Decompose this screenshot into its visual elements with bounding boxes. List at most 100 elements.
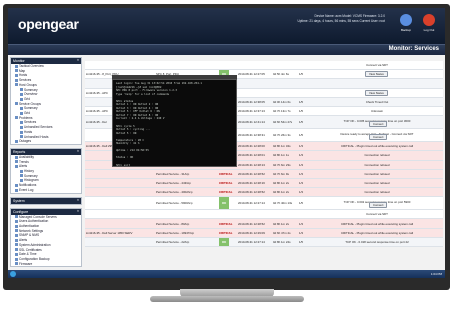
last-check-time: 2010-08-31 12:27:14	[238, 201, 265, 206]
attempt-count: 1/3	[299, 162, 304, 167]
monitor-menu-title: Monitor	[13, 59, 25, 63]
collapse-icon[interactable]: ×	[77, 198, 79, 202]
last-check-time: 2010-08-31 12:37:13	[238, 109, 265, 114]
service-name-link[interactable]: Permitted Service - 4002/tcp	[156, 190, 192, 194]
status-information: Connection refused	[364, 171, 390, 176]
view-status-button[interactable]: View Status	[365, 71, 388, 78]
menu-item-icon	[15, 262, 18, 266]
attempt-count: 1/3	[299, 190, 304, 195]
service-name-link[interactable]: Permitted Service - 22/tcp	[156, 240, 189, 244]
sidebar-item[interactable]: Event Log	[11, 188, 81, 193]
configure-menu-header[interactable]: Configure ×	[11, 208, 81, 215]
table-row: Permitted Service - 4002/tcp CRITICAL 2010…	[85, 188, 443, 198]
logout-icon[interactable]	[423, 14, 435, 26]
last-check-time: 2010-08-31 12:38:31	[238, 133, 265, 138]
attempt-count: 1/5	[299, 99, 304, 104]
terminal-window[interactable]: Last login: Tue Aug 31 13:02:54 2010 fro…	[112, 79, 237, 167]
menu-item-icon	[20, 125, 23, 129]
status-information: CRITICAL - Plugin timed out while execut…	[340, 230, 414, 235]
status-badge: OK	[219, 237, 229, 246]
system-menu-title: System	[13, 198, 25, 203]
menu-item-icon	[15, 219, 18, 223]
collapse-icon[interactable]: ×	[77, 149, 79, 153]
view-status-button[interactable]: View Status	[365, 89, 388, 96]
duration: 0d 7h 40m 13s	[273, 201, 293, 206]
duration: 0d 5h 4m 6s	[273, 72, 289, 77]
host-name-link[interactable]: im4216-35 - APC	[86, 109, 108, 113]
menu-item-icon	[20, 179, 23, 183]
menu-item-icon	[15, 116, 18, 120]
sidebar-item-label: Hosts	[19, 73, 28, 78]
sidebar-item-label: Configuration Backup	[19, 256, 50, 261]
sidebar-item-label: Service Groups	[19, 101, 41, 106]
last-check-time: 2010-08-31 12:29:09	[238, 230, 265, 235]
system-menu-header[interactable]: System ×	[11, 197, 81, 204]
service-name-link[interactable]: Permitted Service - 443/tcp	[156, 181, 191, 185]
menu-item-icon	[15, 74, 18, 78]
sidebar-item-label: Summary	[24, 87, 38, 92]
menu-item-icon	[15, 83, 18, 87]
service-name-link[interactable]: Permitted Service - 5900/tcp	[156, 201, 192, 205]
status-badge: CRITICAL	[219, 171, 233, 176]
service-name-link[interactable]: Permitted Service - 31/tcp	[156, 172, 189, 176]
page-title: Monitor: Services	[388, 46, 439, 52]
reports-menu-header[interactable]: Reports ×	[11, 148, 81, 155]
page-title-bar: Monitor: Services	[8, 44, 445, 55]
service-name-link[interactable]: Permitted Service - 80/tcp	[156, 222, 189, 226]
sidebar-item-label: Date & Time	[19, 252, 37, 257]
sidebar-item-label: Authentication	[19, 223, 40, 228]
menu-item-icon	[15, 69, 18, 73]
sidebar-item-label: Summary	[24, 106, 38, 111]
opengear-logo: opengear	[18, 16, 79, 32]
menu-item-icon	[15, 234, 18, 238]
sidebar-item[interactable]: Firmware	[11, 262, 81, 267]
connect-button[interactable]: Connect	[369, 134, 388, 141]
last-check-time: 2010-08-31 12:28:16	[238, 180, 265, 185]
status-badge: CRITICAL	[219, 230, 233, 235]
sidebar-item-label: Users Authentication	[19, 219, 49, 224]
sidebar-item-label: Summary	[24, 173, 38, 178]
connect-button[interactable]: Connect	[369, 121, 388, 128]
host-name-link[interactable]: im4216-35 - APC	[86, 91, 108, 95]
menu-item-icon	[20, 135, 23, 139]
menu-item-icon	[20, 174, 23, 178]
backup-icon[interactable]	[400, 14, 412, 26]
sidebar-item-label: Firmware	[19, 261, 33, 266]
sidebar-item-label: Problems	[19, 115, 33, 120]
menu-item-icon	[20, 121, 23, 125]
menu-item-icon	[15, 64, 18, 68]
start-button-icon[interactable]	[10, 271, 16, 277]
attempt-count: 1/3	[299, 153, 304, 158]
sidebar-item-label: Services	[24, 120, 37, 125]
status-information: TCP OK - 0.018 second response time on p…	[345, 239, 409, 244]
menu-item-icon	[15, 252, 18, 256]
sidebar-item-label: Grid	[24, 111, 31, 116]
status-information: Unknown	[370, 109, 384, 114]
host-name-link[interactable]: im4216-35 - Del	[86, 120, 107, 124]
connect-button[interactable]: Connect	[369, 202, 388, 209]
backup-button-label: Backup	[400, 28, 411, 32]
status-badge: CRITICAL	[219, 221, 233, 226]
last-check-time: 2010-08-31 12:28:13	[238, 162, 265, 167]
sidebar-item-label: Outages	[19, 139, 32, 144]
service-name-link[interactable]: Permitted Service - 19947/tcp	[156, 231, 194, 235]
menu-item-icon	[20, 111, 23, 115]
duration: 0d 8h 1m 2s	[273, 190, 289, 195]
menu-item-icon	[20, 106, 23, 110]
monitor-stand-base	[150, 296, 304, 302]
sidebar-item[interactable]: Outages	[11, 139, 81, 144]
collapse-icon[interactable]: ×	[77, 58, 79, 62]
attempt-count: 1/5	[299, 109, 304, 114]
monitor-menu-header[interactable]: Monitor ×	[11, 58, 81, 64]
table-row: Permitted Service - 22/tcp OK 2010-08-31 1…	[85, 237, 443, 247]
duration: 0d 6h 54m 27s	[273, 120, 293, 125]
attempt-count: 1/3	[299, 180, 304, 185]
menu-item-icon	[15, 165, 18, 169]
duration: 0d 8h 1m 2s	[273, 221, 289, 226]
system-info-line2: Uptime: 21 days, 4 hours, 56 mins, 55 se…	[297, 19, 385, 23]
collapse-icon[interactable]: ×	[77, 209, 79, 213]
menu-item-icon	[15, 188, 18, 192]
host-name-link[interactable]: im4216-35 - Dell Server 1950 SERV	[86, 231, 132, 235]
sidebar-item-label: Availability	[19, 154, 35, 159]
table-row: Permitted Service - 80/tcp CRITICAL 2010-0…	[85, 219, 443, 229]
